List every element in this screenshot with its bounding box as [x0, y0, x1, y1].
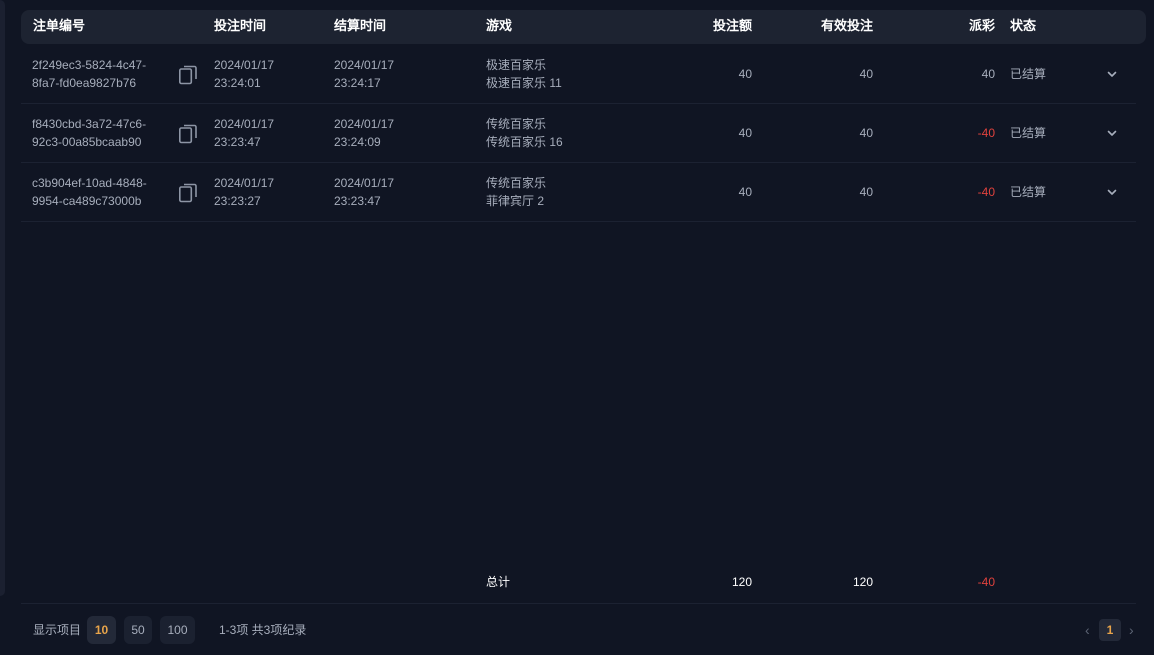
- settle-date: 2024/01/17: [334, 176, 395, 190]
- settle-clock: 23:24:17: [334, 76, 381, 90]
- bet-clock: 23:23:47: [214, 135, 261, 149]
- copy-icon[interactable]: [179, 183, 197, 203]
- column-header-settle-time: 结算时间: [334, 18, 387, 33]
- bet-amount: 40: [738, 67, 752, 81]
- game-name: 传统百家乐: [486, 117, 547, 131]
- chevron-down-icon[interactable]: [1105, 67, 1119, 81]
- column-header-bet-amount: 投注额: [712, 18, 752, 33]
- game-table: 传统百家乐 16: [486, 135, 563, 149]
- copy-icon[interactable]: [179, 124, 197, 144]
- order-id: f8430cbd-3a72-47c6- 92c3-00a85bcaab90: [32, 115, 146, 151]
- page-size-label: 显示项目: [33, 623, 82, 637]
- valid-bet: 40: [859, 126, 873, 140]
- game-table: 极速百家乐 11: [486, 76, 562, 90]
- settle-time: 2024/01/17 23:23:47: [334, 174, 394, 210]
- chevron-down-icon[interactable]: [1105, 185, 1119, 199]
- table-row: f8430cbd-3a72-47c6- 92c3-00a85bcaab90 20…: [21, 104, 1136, 163]
- order-id-line2: 8fa7-fd0ea9827b76: [32, 76, 137, 90]
- column-header-payout: 派彩: [968, 18, 995, 33]
- bet-records-table: 2f249ec3-5824-4c47- 8fa7-fd0ea9827b76 20…: [21, 45, 1136, 222]
- table-header: 注单编号 投注时间 结算时间 游戏 投注额 有效投注 派彩 状态: [21, 10, 1146, 44]
- game: 极速百家乐 极速百家乐 11: [486, 56, 562, 92]
- page-size-10-button[interactable]: 10: [87, 616, 116, 644]
- order-id: 2f249ec3-5824-4c47- 8fa7-fd0ea9827b76: [32, 56, 146, 92]
- bet-amount: 40: [738, 185, 752, 199]
- payout: -40: [977, 126, 995, 140]
- column-header-status: 状态: [1010, 18, 1037, 33]
- settle-clock: 23:23:47: [334, 194, 381, 208]
- bet-clock: 23:24:01: [214, 76, 261, 90]
- bet-clock: 23:23:27: [214, 194, 261, 208]
- order-id-line1: c3b904ef-10ad-4848-: [32, 176, 147, 190]
- copy-icon[interactable]: [179, 65, 197, 85]
- payout: -40: [977, 185, 995, 199]
- settle-clock: 23:24:09: [334, 135, 381, 149]
- order-id-line1: f8430cbd-3a72-47c6-: [32, 117, 147, 131]
- chevron-down-icon[interactable]: [1105, 126, 1119, 140]
- bet-date: 2024/01/17: [214, 117, 275, 131]
- total-valid-bet: 120: [852, 575, 873, 589]
- footer-divider: [21, 603, 1136, 604]
- total-payout: -40: [977, 575, 995, 589]
- bet-date: 2024/01/17: [214, 176, 275, 190]
- column-header-bet-time: 投注时间: [214, 18, 267, 33]
- column-header-game: 游戏: [486, 18, 513, 33]
- chevron-right-icon[interactable]: ›: [1129, 616, 1134, 644]
- bet-amount: 40: [738, 126, 752, 140]
- left-panel-edge: [0, 0, 5, 596]
- chevron-left-icon[interactable]: ‹: [1085, 616, 1090, 644]
- total-bet-amount: 120: [731, 575, 752, 589]
- page-1-button[interactable]: 1: [1099, 619, 1121, 641]
- bet-time: 2024/01/17 23:23:47: [214, 115, 274, 151]
- column-header-valid-bet: 有效投注: [820, 18, 873, 33]
- valid-bet: 40: [859, 185, 873, 199]
- table-row: 2f249ec3-5824-4c47- 8fa7-fd0ea9827b76 20…: [21, 45, 1136, 104]
- table-row: c3b904ef-10ad-4848- 9954-ca489c73000b 20…: [21, 163, 1136, 222]
- bet-time: 2024/01/17 23:24:01: [214, 56, 274, 92]
- page-size-100-button[interactable]: 100: [160, 616, 195, 644]
- game-name: 极速百家乐: [486, 58, 547, 72]
- game-name: 传统百家乐: [486, 176, 547, 190]
- game: 传统百家乐 菲律宾厅 2: [486, 174, 546, 210]
- totals-label: 总计: [486, 575, 511, 589]
- order-id-line1: 2f249ec3-5824-4c47-: [32, 58, 147, 72]
- settle-date: 2024/01/17: [334, 117, 395, 131]
- status-label: 已结算: [1010, 126, 1047, 140]
- page-size-50-button[interactable]: 50: [124, 616, 152, 644]
- valid-bet: 40: [859, 67, 873, 81]
- game-table: 菲律宾厅 2: [486, 194, 545, 208]
- bet-date: 2024/01/17: [214, 58, 275, 72]
- payout: 40: [981, 67, 995, 81]
- pagination-footer: 显示项目 10 50 100 1-3项 共3项纪录 ‹ 1 ›: [21, 616, 1146, 644]
- order-id: c3b904ef-10ad-4848- 9954-ca489c73000b: [32, 174, 147, 210]
- order-id-line2: 92c3-00a85bcaab90: [32, 135, 142, 149]
- settle-time: 2024/01/17 23:24:09: [334, 115, 394, 151]
- record-range-text: 1-3项 共3项纪录: [219, 623, 307, 637]
- settle-date: 2024/01/17: [334, 58, 395, 72]
- game: 传统百家乐 传统百家乐 16: [486, 115, 563, 151]
- status-label: 已结算: [1010, 185, 1047, 199]
- column-header-order-id: 注单编号: [33, 18, 86, 33]
- settle-time: 2024/01/17 23:24:17: [334, 56, 394, 92]
- status-label: 已结算: [1010, 67, 1047, 81]
- totals-row: 总计 120 120 -40: [21, 572, 1136, 592]
- bet-time: 2024/01/17 23:23:27: [214, 174, 274, 210]
- order-id-line2: 9954-ca489c73000b: [32, 194, 142, 208]
